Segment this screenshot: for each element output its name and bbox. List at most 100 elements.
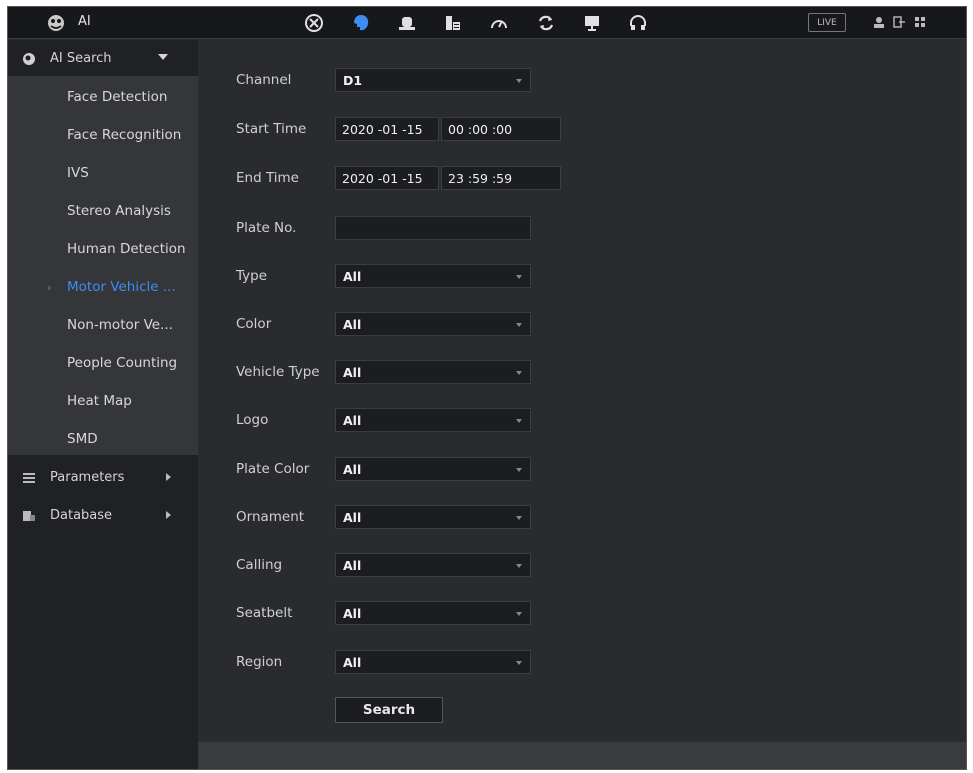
color-row: Color All	[198, 312, 966, 338]
sidebar-item-label: Stereo Analysis	[67, 203, 171, 219]
seatbelt-label: Seatbelt	[236, 605, 293, 621]
dropdown-arrow-icon	[516, 275, 522, 279]
dropdown-arrow-icon	[516, 371, 522, 375]
vehicle-type-label: Vehicle Type	[236, 364, 320, 380]
ai-search-icon	[23, 53, 35, 65]
start-time-row: Start Time 2020 -01 -15 00 :00 :00	[198, 117, 966, 143]
sidebar-item-people-counting[interactable]: People Counting	[8, 344, 198, 382]
chevron-right-icon: ›	[47, 280, 52, 294]
sidebar-item-face-recognition[interactable]: Face Recognition	[8, 116, 198, 154]
end-time-label: End Time	[236, 170, 299, 186]
sidebar-item-non-motor-vehicle[interactable]: Non-motor Ve...	[8, 306, 198, 344]
color-select[interactable]: All	[335, 312, 531, 336]
playback-icon[interactable]	[303, 12, 325, 34]
region-select[interactable]: All	[335, 650, 531, 674]
sidebar-item-human-detection[interactable]: Human Detection	[8, 230, 198, 268]
sidebar-ai-search[interactable]: AI Search	[8, 40, 198, 76]
region-row: Region All	[198, 650, 966, 676]
sidebar-ai-search-label: AI Search	[50, 50, 112, 66]
channel-label: Channel	[236, 72, 292, 88]
sidebar-item-label: Motor Vehicle ...	[67, 279, 176, 295]
start-time-label: Start Time	[236, 121, 307, 137]
color-label: Color	[236, 316, 272, 332]
sidebar-item-face-detection[interactable]: Face Detection	[8, 78, 198, 116]
sidebar-item-label: Face Recognition	[67, 127, 182, 143]
plate-no-input[interactable]	[335, 216, 531, 240]
dropdown-arrow-icon	[516, 419, 522, 423]
channel-value: D1	[343, 73, 363, 88]
sidebar-item-label: Face Detection	[67, 89, 168, 105]
dropdown-arrow-icon	[516, 564, 522, 568]
calling-select[interactable]: All	[335, 553, 531, 577]
chevron-right-icon	[166, 473, 171, 481]
vehicle-type-select[interactable]: All	[335, 360, 531, 384]
logo-value: All	[343, 413, 362, 428]
sidebar-item-smd[interactable]: SMD	[8, 420, 198, 458]
plate-no-row: Plate No.	[198, 216, 966, 242]
plate-color-row: Plate Color All	[198, 457, 966, 483]
sidebar-item-ivs[interactable]: IVS	[8, 154, 198, 192]
seatbelt-row: Seatbelt All	[198, 601, 966, 627]
sidebar-parameters[interactable]: Parameters	[8, 459, 198, 495]
logout-icon[interactable]	[892, 15, 906, 29]
list-icon	[23, 473, 35, 483]
calling-row: Calling All	[198, 553, 966, 579]
logo-row: Logo All	[198, 408, 966, 434]
sidebar-parameters-label: Parameters	[50, 469, 125, 485]
type-select[interactable]: All	[335, 264, 531, 288]
display-icon[interactable]	[581, 12, 603, 34]
vehicle-type-row: Vehicle Type All	[198, 360, 966, 386]
plate-color-select[interactable]: All	[335, 457, 531, 481]
sidebar-item-label: Human Detection	[67, 241, 186, 257]
start-time-input[interactable]: 00 :00 :00	[441, 117, 561, 141]
end-date-input[interactable]: 2020 -01 -15	[335, 166, 439, 190]
alarm-icon[interactable]	[396, 12, 418, 34]
end-time-input[interactable]: 23 :59 :59	[441, 166, 561, 190]
user-icon[interactable]	[872, 15, 886, 29]
dropdown-arrow-icon	[516, 516, 522, 520]
channel-select[interactable]: D1	[335, 68, 531, 92]
sidebar-item-label: Heat Map	[67, 393, 132, 409]
performance-icon[interactable]	[488, 12, 510, 34]
sidebar-item-motor-vehicle[interactable]: › Motor Vehicle ...	[8, 268, 198, 306]
sidebar-item-heat-map[interactable]: Heat Map	[8, 382, 198, 420]
logo-select[interactable]: All	[335, 408, 531, 432]
app-window: AI LIVE AI Search Face Detection Face Re…	[7, 6, 967, 770]
storage-icon[interactable]	[442, 12, 464, 34]
ai-icon[interactable]	[350, 12, 372, 34]
sidebar-item-label: SMD	[67, 431, 98, 447]
search-button[interactable]: Search	[335, 697, 443, 723]
backup-icon[interactable]	[535, 12, 557, 34]
sidebar-item-label: Non-motor Ve...	[67, 317, 173, 333]
dropdown-arrow-icon	[516, 468, 522, 472]
calling-value: All	[343, 558, 362, 573]
search-form: Channel D1 Start Time 2020 -01 -15 00 :0…	[198, 40, 966, 746]
chevron-down-icon	[158, 54, 168, 60]
vehicle-type-value: All	[343, 365, 362, 380]
sidebar-database[interactable]: Database	[8, 497, 198, 533]
plate-color-value: All	[343, 462, 362, 477]
status-bar	[198, 742, 966, 769]
ornament-select[interactable]: All	[335, 505, 531, 529]
chevron-right-icon	[166, 511, 171, 519]
audio-icon[interactable]	[627, 12, 649, 34]
dropdown-arrow-icon	[516, 323, 522, 327]
sidebar-database-label: Database	[50, 507, 113, 523]
region-value: All	[343, 655, 362, 670]
seatbelt-value: All	[343, 606, 362, 621]
calling-label: Calling	[236, 557, 283, 573]
start-date-input[interactable]: 2020 -01 -15	[335, 117, 439, 141]
ornament-label: Ornament	[236, 509, 305, 525]
dropdown-arrow-icon	[516, 79, 522, 83]
seatbelt-select[interactable]: All	[335, 601, 531, 625]
ornament-row: Ornament All	[198, 505, 966, 531]
color-value: All	[343, 317, 362, 332]
menu-grid-icon[interactable]	[913, 15, 927, 29]
sidebar-item-label: IVS	[67, 165, 89, 181]
live-button[interactable]: LIVE	[808, 13, 846, 32]
type-value: All	[343, 269, 362, 284]
ai-logo-icon	[48, 15, 64, 31]
sidebar-item-stereo-analysis[interactable]: Stereo Analysis	[8, 192, 198, 230]
database-icon	[23, 511, 35, 521]
plate-no-label: Plate No.	[236, 220, 297, 236]
